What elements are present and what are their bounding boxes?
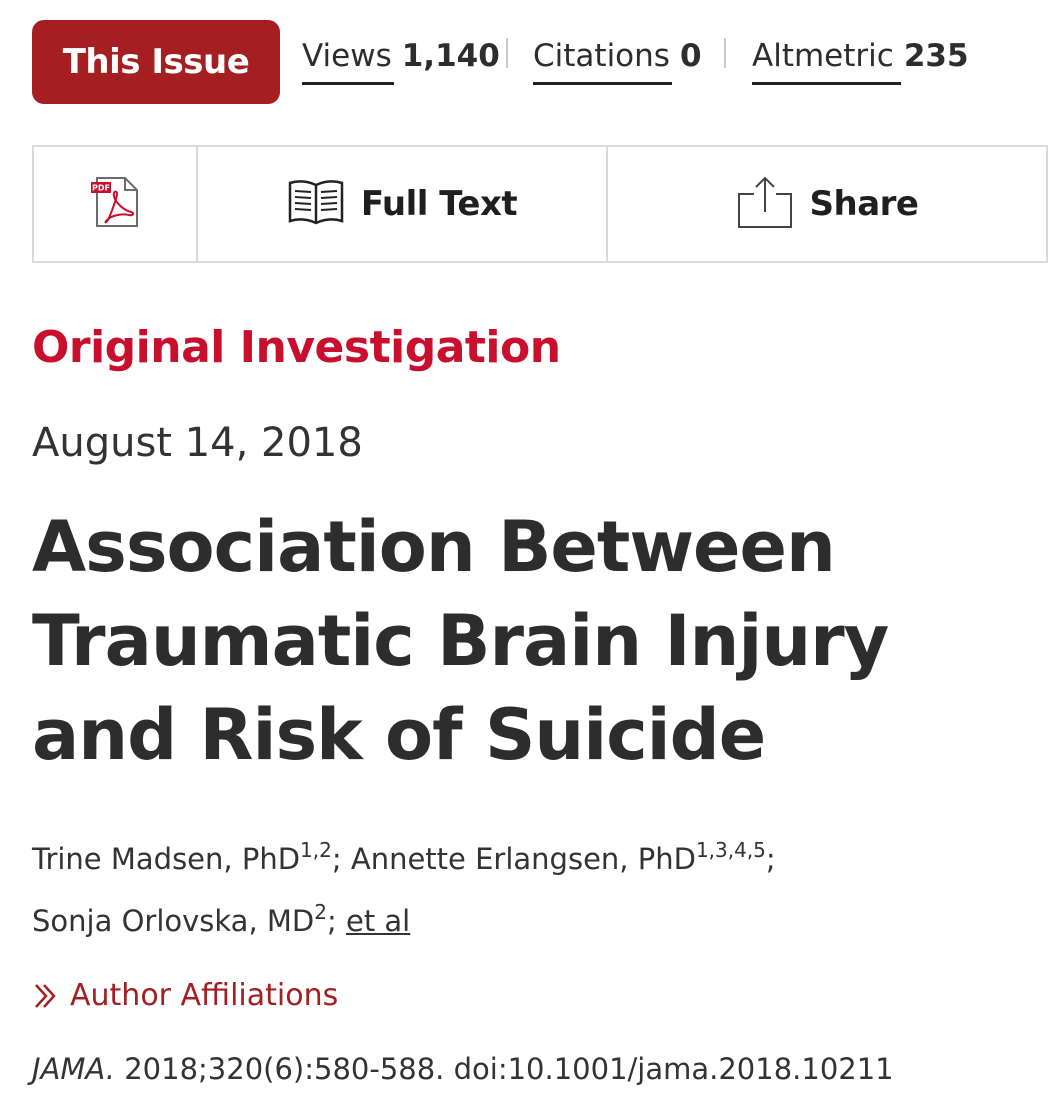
et-al-link[interactable]: et al	[346, 904, 410, 938]
citation-details: 2018;320(6):580-588. doi:10.1001/jama.20…	[115, 1052, 894, 1086]
this-issue-button[interactable]: This Issue	[32, 20, 280, 104]
pdf-button[interactable]: PDF	[34, 147, 196, 261]
author-name[interactable]: Trine Madsen, PhD	[32, 842, 300, 876]
author-affiliations-label: Author Affiliations	[70, 978, 339, 1013]
publication-date: August 14, 2018	[32, 420, 363, 466]
author-affiliation-ref: 1,3,4,5	[695, 838, 766, 862]
citations-underline	[533, 82, 672, 85]
citations-count: 0	[679, 38, 702, 74]
article-title: Association Between Traumatic Brain Inju…	[32, 506, 889, 776]
citations-label: Citations	[533, 38, 670, 74]
author-affiliations-toggle[interactable]: Author Affiliations	[32, 978, 338, 1013]
author-list: Trine Madsen, PhD1,2; Annette Erlangsen,…	[32, 828, 1032, 952]
divider	[506, 38, 508, 68]
share-button[interactable]: Share	[606, 147, 1046, 261]
divider	[724, 38, 726, 68]
book-icon	[287, 177, 345, 231]
share-label: Share	[809, 184, 919, 224]
altmetric-score: 235	[903, 38, 969, 74]
journal-name: JAMA.	[32, 1052, 116, 1086]
views-underline	[302, 82, 394, 85]
article-type: Original Investigation	[32, 322, 561, 373]
chevron-right-icon	[32, 982, 60, 1010]
author-affiliation-ref: 1,2	[300, 838, 332, 862]
author-separator: ;	[331, 842, 351, 876]
author-separator: ;	[326, 904, 346, 938]
pdf-tag-text: PDF	[92, 184, 110, 193]
altmetric-metric[interactable]: Altmetric 235	[752, 28, 969, 85]
views-metric[interactable]: Views 1,140	[302, 28, 500, 85]
share-icon	[736, 174, 794, 234]
views-count: 1,140	[401, 38, 500, 74]
views-label: Views	[302, 38, 392, 74]
author-name[interactable]: Annette Erlangsen, PhD	[351, 842, 696, 876]
article-toolbar: PDF Full Text Share	[32, 145, 1048, 263]
full-text-button[interactable]: Full Text	[196, 147, 606, 261]
author-affiliation-ref: 2	[314, 900, 327, 924]
article-citation: JAMA. 2018;320(6):580-588. doi:10.1001/j…	[32, 1052, 894, 1086]
citations-metric[interactable]: Citations 0	[533, 28, 702, 85]
pdf-icon: PDF	[87, 174, 143, 234]
article-metrics-bar: This Issue Views 1,140 Citations 0 Altme…	[0, 0, 1057, 120]
altmetric-underline	[752, 82, 901, 85]
author-name[interactable]: Sonja Orlovska, MD	[32, 904, 314, 938]
altmetric-label: Altmetric	[752, 38, 894, 74]
full-text-label: Full Text	[360, 184, 518, 224]
author-separator: ;	[765, 842, 776, 876]
